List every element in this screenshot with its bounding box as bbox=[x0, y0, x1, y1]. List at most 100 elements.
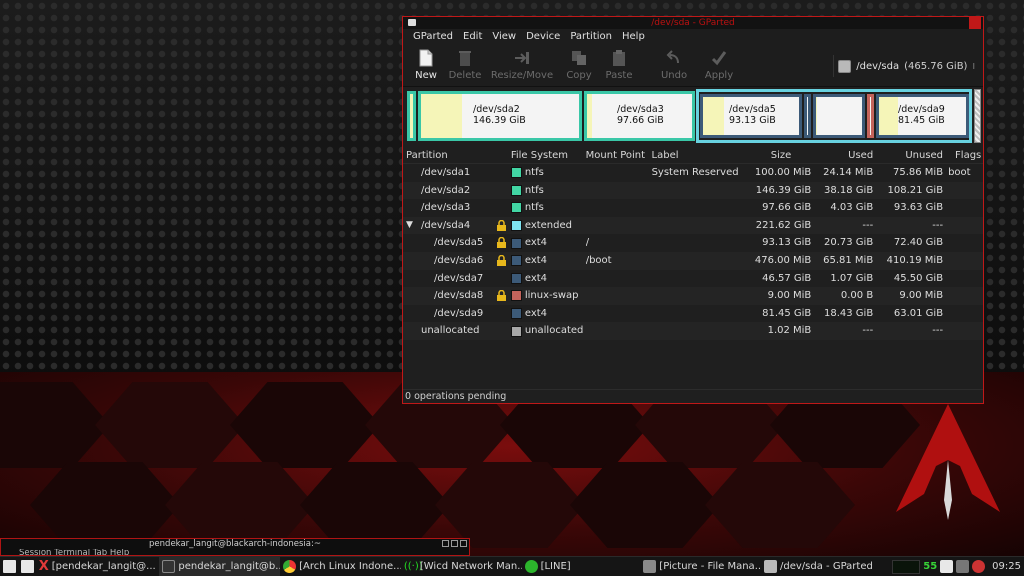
new-button[interactable]: New bbox=[407, 45, 445, 81]
diskmap-partition-sda7[interactable] bbox=[813, 94, 865, 138]
maximize-button[interactable] bbox=[451, 540, 458, 547]
col-mountpoint[interactable]: Mount Point bbox=[586, 147, 652, 163]
tray-counter: 55 bbox=[923, 561, 938, 572]
volume-muted-icon[interactable] bbox=[972, 560, 986, 573]
show-desktop-button[interactable] bbox=[0, 557, 18, 576]
table-row[interactable]: /dev/sda3 ntfs 97.66 GiB 4.03 GiB 93.63 … bbox=[403, 199, 983, 217]
diskmap-extended-sda4[interactable]: /dev/sda5 93.13 GiB /dev/sda9 81.45 GiB bbox=[696, 89, 972, 143]
diskmap-partition-sda1[interactable] bbox=[407, 91, 416, 141]
row-label bbox=[652, 182, 742, 200]
wallpaper-hex bbox=[705, 462, 855, 548]
diskmap-partition-sda6[interactable] bbox=[804, 94, 811, 138]
launcher-button[interactable] bbox=[18, 557, 36, 576]
task-gparted[interactable]: /dev/sda - GParted bbox=[761, 557, 885, 576]
diskmap-partition-sda2[interactable]: /dev/sda2 146.39 GiB bbox=[418, 91, 582, 141]
task-line[interactable]: [LINE] bbox=[522, 557, 641, 576]
row-size: 97.66 GiB bbox=[762, 202, 812, 214]
delete-button[interactable]: Delete bbox=[445, 45, 485, 81]
paste-button[interactable]: Paste bbox=[599, 45, 639, 81]
task-file-manager[interactable]: [Picture - File Mana... bbox=[640, 557, 761, 576]
wallpaper-hex bbox=[165, 462, 315, 548]
table-row[interactable]: /dev/sda9 ext4 81.45 GiB 18.43 GiB 63.01… bbox=[403, 305, 983, 323]
col-filesystem[interactable]: File System bbox=[511, 147, 586, 163]
col-size[interactable]: Size bbox=[741, 147, 811, 163]
window-menu-icon[interactable] bbox=[408, 19, 416, 26]
device-selector[interactable]: /dev/sda (465.76 GiB) ⁝ bbox=[833, 55, 979, 77]
table-row[interactable]: unallocated unallocated 1.02 MiB --- --- bbox=[403, 322, 983, 340]
undo-button[interactable]: Undo bbox=[649, 45, 699, 81]
menu-partition[interactable]: Partition bbox=[565, 29, 617, 45]
task-wicd[interactable]: ((·)) [Wicd Network Man... bbox=[401, 557, 522, 576]
lock-icon bbox=[496, 254, 506, 266]
table-row[interactable]: /dev/sda7 ext4 46.57 GiB 1.07 GiB 45.50 … bbox=[403, 270, 983, 288]
terminal-window[interactable]: pendekar_langit@blackarch-indonesia:~ Se… bbox=[0, 538, 470, 556]
menu-help[interactable]: Help bbox=[617, 29, 650, 45]
col-partition[interactable]: Partition bbox=[403, 147, 493, 163]
row-unused: 410.19 MiB bbox=[886, 254, 944, 266]
menu-gparted[interactable]: GParted bbox=[408, 29, 458, 45]
terminal-title: pendekar_langit@blackarch-indonesia:~ bbox=[149, 539, 321, 549]
task-terminal-1[interactable]: X [pendekar_langit@... bbox=[36, 557, 160, 576]
col-used[interactable]: Used bbox=[811, 147, 873, 163]
row-unused: 93.63 GiB bbox=[893, 202, 944, 214]
row-unused: 45.50 GiB bbox=[893, 272, 944, 284]
fs-color-swatch bbox=[510, 308, 522, 320]
clock[interactable]: 09:25 bbox=[992, 561, 1021, 572]
row-used: 18.43 GiB bbox=[823, 307, 874, 319]
tray-app-icon[interactable] bbox=[940, 560, 954, 573]
table-row[interactable]: /dev/sda1 ntfs System Reserved 100.00 Mi… bbox=[403, 164, 983, 182]
row-used: 24.14 MiB bbox=[823, 167, 874, 178]
fs-color-swatch bbox=[510, 290, 522, 302]
menu-view[interactable]: View bbox=[487, 29, 521, 45]
fs-color-swatch bbox=[510, 167, 522, 179]
row-flags: boot bbox=[948, 167, 971, 178]
row-partition: unallocated bbox=[421, 325, 480, 337]
menu-device[interactable]: Device bbox=[521, 29, 565, 45]
apply-button[interactable]: Apply bbox=[699, 45, 739, 81]
row-used: 1.07 GiB bbox=[830, 272, 874, 284]
terminal-menu[interactable]: Session Terminal Tab Help bbox=[1, 549, 469, 555]
row-filesystem: ext4 bbox=[524, 254, 548, 266]
row-flags bbox=[943, 322, 983, 340]
expander-arrow-icon[interactable]: ▼ bbox=[406, 217, 413, 235]
col-unused[interactable]: Unused bbox=[873, 147, 943, 163]
cpu-monitor[interactable] bbox=[891, 559, 921, 574]
wallpaper-hex bbox=[30, 462, 180, 548]
minimize-button[interactable] bbox=[442, 540, 449, 547]
row-size: 46.57 GiB bbox=[762, 272, 812, 284]
printer-icon[interactable] bbox=[956, 560, 970, 573]
resize-move-button[interactable]: Resize/Move bbox=[485, 45, 559, 81]
table-row[interactable]: /dev/sda6 ext4 /boot 476.00 MiB 65.81 Mi… bbox=[403, 251, 983, 270]
diskmap-partition-sda8[interactable] bbox=[867, 94, 874, 138]
row-partition: /dev/sda9 bbox=[434, 307, 484, 319]
diskmap-partition-sda5[interactable]: /dev/sda5 93.13 GiB bbox=[700, 94, 802, 138]
close-button[interactable] bbox=[969, 17, 981, 29]
diskmap-unallocated[interactable] bbox=[974, 89, 981, 143]
col-label[interactable]: Label bbox=[652, 147, 742, 163]
row-filesystem: ext4 bbox=[524, 237, 548, 249]
task-terminal-2[interactable]: pendekar_langit@b... bbox=[159, 556, 281, 576]
fs-color-swatch bbox=[510, 255, 522, 267]
task-browser[interactable]: [Arch Linux Indone... bbox=[280, 557, 401, 576]
col-flags[interactable]: Flags bbox=[943, 147, 983, 163]
copy-button[interactable]: Copy bbox=[559, 45, 599, 81]
row-partition: /dev/sda8 bbox=[434, 290, 484, 302]
table-row[interactable]: /dev/sda2 ntfs 146.39 GiB 38.18 GiB 108.… bbox=[403, 181, 983, 200]
wallpaper-hex bbox=[230, 382, 380, 468]
table-row[interactable]: /dev/sda5 ext4 / 93.13 GiB 20.73 GiB 72.… bbox=[403, 234, 983, 252]
wallpaper-hex bbox=[0, 382, 110, 468]
task-label: pendekar_langit@b... bbox=[178, 561, 281, 572]
toolbar: New Delete Resize/Move Copy Paste Undo A… bbox=[403, 45, 983, 87]
window-titlebar[interactable]: /dev/sda - GParted bbox=[403, 17, 983, 29]
row-unused: --- bbox=[932, 219, 944, 231]
close-button[interactable] bbox=[460, 540, 467, 547]
diskmap-partition-sda3[interactable]: /dev/sda3 97.66 GiB bbox=[584, 91, 695, 141]
row-mountpoint bbox=[586, 322, 652, 340]
diskmap-sda5-name: /dev/sda5 bbox=[729, 104, 776, 115]
diskmap-partition-sda9[interactable]: /dev/sda9 81.45 GiB bbox=[876, 94, 969, 138]
row-size: 100.00 MiB bbox=[754, 167, 812, 178]
table-row[interactable]: /dev/sda8 linux-swap 9.00 MiB 0.00 B 9.0… bbox=[403, 287, 983, 305]
diskmap-sda9-name: /dev/sda9 bbox=[898, 104, 945, 115]
menu-edit[interactable]: Edit bbox=[458, 29, 487, 45]
table-row[interactable]: ▼ /dev/sda4 extended 221.62 GiB --- --- bbox=[403, 216, 983, 235]
